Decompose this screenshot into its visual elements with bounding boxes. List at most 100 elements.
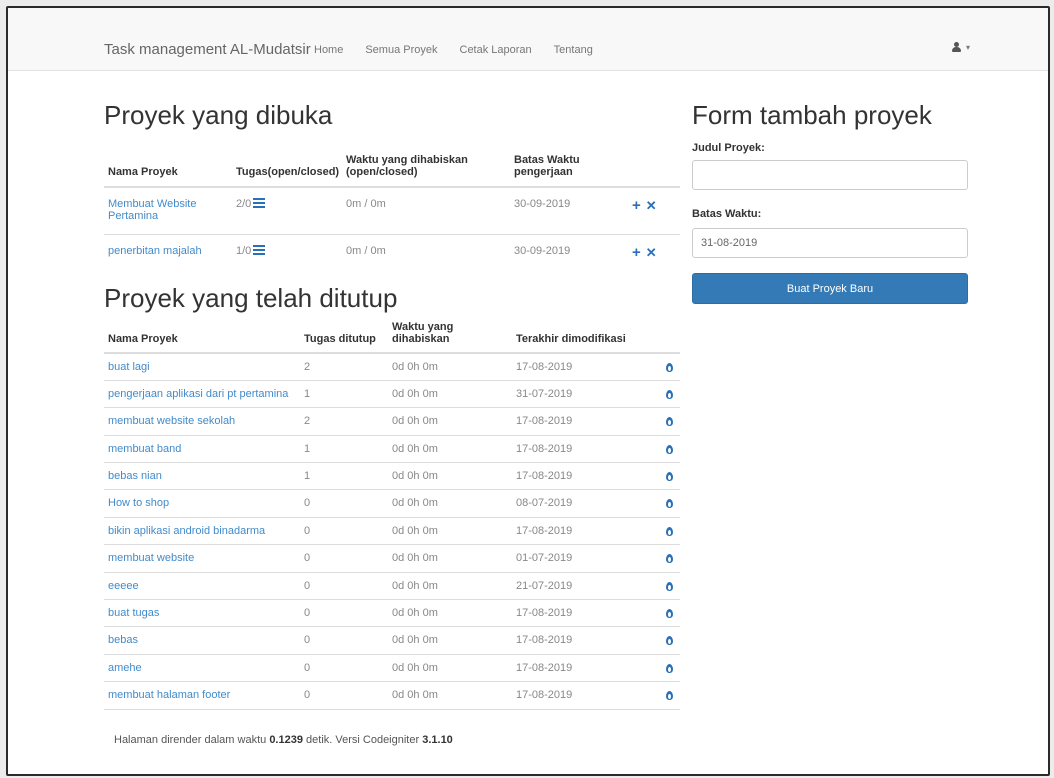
project-link[interactable]: bikin aplikasi android binadarma: [108, 525, 265, 537]
project-link[interactable]: penerbitan majalah: [108, 245, 202, 257]
fire-icon[interactable]: [665, 580, 674, 591]
project-link[interactable]: membuat website: [108, 552, 194, 564]
project-link[interactable]: buat tugas: [108, 607, 159, 619]
fire-icon[interactable]: [665, 361, 674, 372]
brand[interactable]: Task management AL-Mudatsir: [104, 41, 311, 58]
col-actions: [630, 321, 680, 353]
actions-cell: + ✕: [608, 187, 680, 234]
tasks-closed-cell: 1: [304, 442, 311, 455]
fire-icon[interactable]: [665, 607, 674, 619]
user-menu[interactable]: ▾: [952, 42, 970, 53]
modified-cell: 17-08-2019: [516, 415, 573, 428]
plus-icon[interactable]: +: [632, 197, 641, 214]
time-cell: 0d 0h 0m: [392, 524, 438, 537]
project-link[interactable]: bebas: [108, 634, 138, 646]
fire-icon[interactable]: [665, 443, 674, 454]
project-link[interactable]: bebas nian: [108, 470, 162, 482]
modified-cell: 21-07-2019: [516, 579, 573, 592]
closed-projects-title: Proyek yang telah ditutup: [104, 283, 398, 313]
actions-cell: [630, 654, 680, 681]
fire-icon[interactable]: [665, 470, 674, 482]
table-row: Membuat Website Pertamina 2/0 0m / 0m 30…: [104, 187, 680, 234]
navbar: Task management AL-Mudatsir Home Semua P…: [8, 8, 1048, 71]
fire-icon[interactable]: [665, 388, 674, 399]
browser-frame: Task management AL-Mudatsir Home Semua P…: [6, 6, 1050, 776]
actions-cell: [630, 600, 680, 627]
col-name: Nama Proyek: [108, 166, 178, 178]
tasks-closed-cell: 0: [304, 607, 311, 620]
table-header-row: Nama Proyek Tugas(open/closed) Waktu yan…: [104, 141, 680, 187]
fire-icon[interactable]: [665, 497, 674, 509]
project-name-cell: Membuat Website Pertamina: [104, 187, 232, 234]
col-time: Waktu yang dihabiskan (open/closed): [346, 154, 468, 178]
col-tasks-closed: Tugas ditutup: [304, 333, 376, 345]
project-link[interactable]: Membuat Website Pertamina: [108, 198, 232, 222]
fire-icon[interactable]: [665, 552, 674, 564]
time-cell: 0m / 0m: [346, 198, 386, 210]
project-link[interactable]: membuat halaman footer: [108, 689, 230, 701]
form-title: Form tambah proyek: [692, 100, 932, 130]
actions-cell: [630, 435, 680, 462]
fire-icon[interactable]: [665, 415, 674, 427]
open-projects-title: Proyek yang dibuka: [104, 100, 333, 130]
fire-icon[interactable]: [665, 525, 674, 536]
table-header-row: Nama Proyek Tugas ditutup Waktu yang dih…: [104, 321, 680, 353]
batas-waktu-input[interactable]: [692, 228, 968, 258]
actions-cell: [630, 627, 680, 654]
table-row: amehe 0 0d 0h 0m 17-08-2019: [104, 654, 680, 682]
project-name-cell: membuat website sekolah: [104, 408, 300, 435]
tasks-closed-cell: 0: [304, 579, 311, 592]
modified-cell: 31-07-2019: [516, 387, 573, 400]
table-row: bikin aplikasi android binadarma 0 0d 0h 0…: [104, 517, 680, 545]
tasks-closed-cell: 2: [304, 361, 311, 373]
fire-icon[interactable]: [665, 689, 674, 701]
nav-tentang[interactable]: Tentang: [554, 44, 593, 56]
project-link[interactable]: eeeee: [108, 580, 139, 592]
project-link[interactable]: amehe: [108, 662, 142, 674]
close-icon[interactable]: ✕: [646, 198, 657, 213]
project-link[interactable]: membuat band: [108, 443, 181, 455]
project-link[interactable]: pengerjaan aplikasi dari pt pertamina: [108, 388, 288, 400]
project-link[interactable]: How to shop: [108, 497, 169, 509]
project-link[interactable]: buat lagi: [108, 361, 150, 373]
batas-waktu-label: Batas Waktu:: [692, 208, 762, 220]
list-icon[interactable]: [253, 244, 266, 255]
modified-cell: 17-08-2019: [516, 661, 573, 674]
modified-cell: 17-08-2019: [516, 470, 573, 483]
render-time: 0.1239: [269, 734, 303, 746]
project-name-cell: membuat band: [104, 435, 300, 462]
buat-proyek-button[interactable]: Buat Proyek Baru: [692, 273, 968, 304]
fire-icon[interactable]: [665, 662, 674, 673]
tasks-cell: 2/0: [232, 187, 342, 234]
tasks-closed-cell: 1: [304, 387, 311, 400]
plus-icon[interactable]: +: [632, 244, 641, 261]
judul-proyek-input[interactable]: [692, 160, 968, 190]
modified-cell: 17-08-2019: [516, 524, 573, 537]
table-row: pengerjaan aplikasi dari pt pertamina 1 0d…: [104, 380, 680, 408]
modified-cell: 08-07-2019: [516, 497, 573, 510]
deadline-cell: 30-09-2019: [514, 244, 571, 257]
nav-cetak-laporan[interactable]: Cetak Laporan: [460, 44, 532, 56]
actions-cell: [630, 490, 680, 517]
project-name-cell: membuat halaman footer: [104, 682, 300, 709]
actions-cell: [630, 682, 680, 709]
tasks-closed-cell: 0: [304, 524, 311, 537]
actions-cell: [630, 463, 680, 490]
project-name-cell: eeeee: [104, 572, 300, 599]
nav-semua-proyek[interactable]: Semua Proyek: [365, 44, 437, 56]
time-cell: 0d 0h 0m: [392, 552, 438, 565]
table-row: bebas 0 0d 0h 0m 17-08-2019: [104, 627, 680, 655]
project-name-cell: bebas nian: [104, 463, 300, 490]
nav-home[interactable]: Home: [314, 44, 343, 56]
list-icon[interactable]: [253, 198, 266, 208]
project-link[interactable]: membuat website sekolah: [108, 415, 235, 427]
time-cell: 0d 0h 0m: [392, 387, 438, 400]
fire-icon[interactable]: [665, 634, 674, 646]
time-cell: 0d 0h 0m: [392, 661, 438, 674]
tasks-cell: 1/0: [232, 234, 342, 267]
open-projects-table: Nama Proyek Tugas(open/closed) Waktu yan…: [104, 141, 680, 267]
tasks-closed-cell: 0: [304, 661, 311, 674]
footer: Halaman dirender dalam waktu 0.1239 deti…: [114, 734, 453, 746]
close-icon[interactable]: ✕: [646, 245, 657, 260]
actions-cell: [630, 572, 680, 599]
